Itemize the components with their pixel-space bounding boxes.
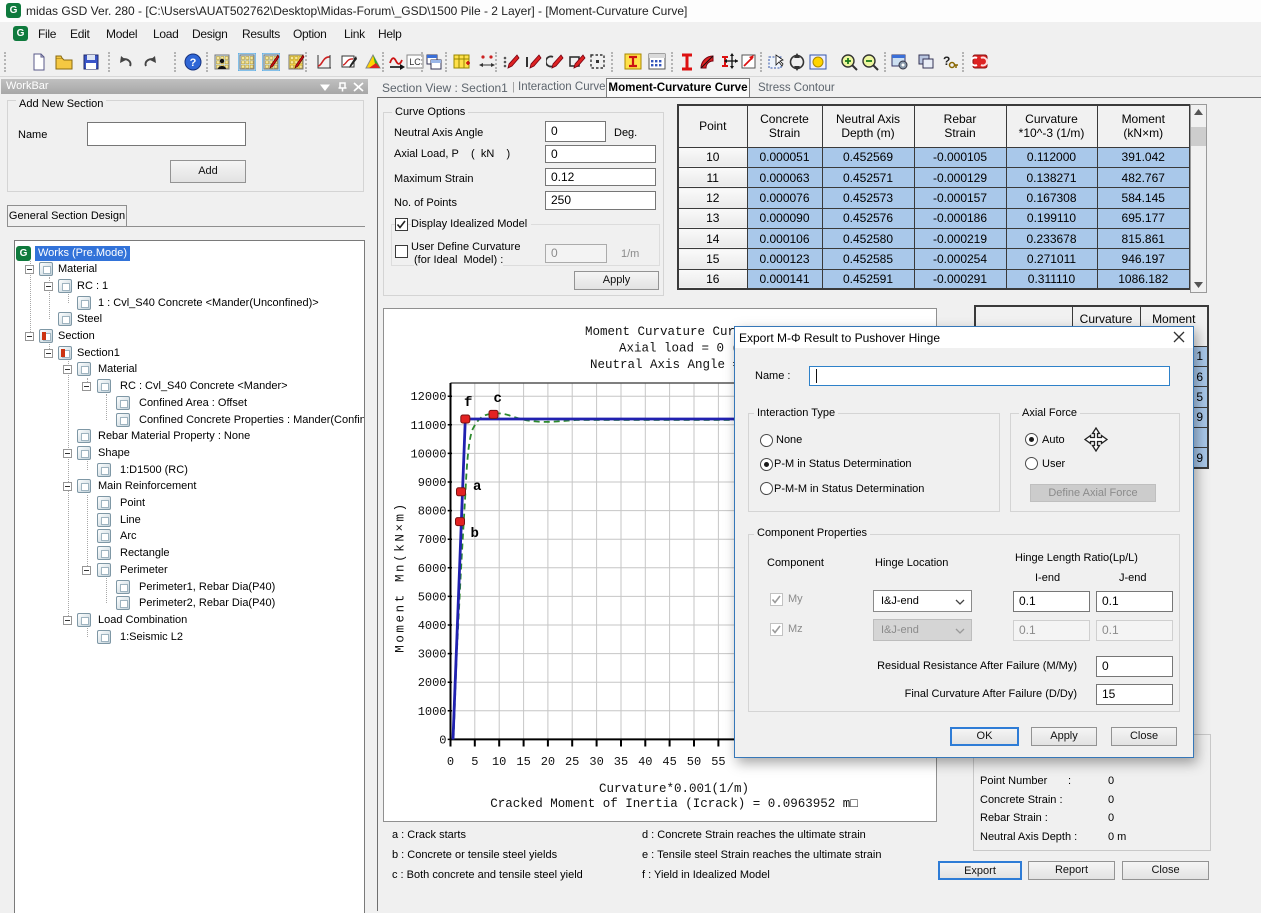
svg-text:55: 55 xyxy=(711,755,725,769)
svg-text:Moment Mn(kN×m): Moment Mn(kN×m) xyxy=(394,501,408,653)
svg-text:Neutral Axis Angle = 0: Neutral Axis Angle = 0 xyxy=(590,358,755,372)
svg-text:LC: LC xyxy=(409,57,421,67)
svg-text:Curvature*0.001(1/m): Curvature*0.001(1/m) xyxy=(599,782,749,796)
svg-text:10000: 10000 xyxy=(410,447,446,461)
svg-text:3000: 3000 xyxy=(418,648,447,662)
svg-text:45: 45 xyxy=(662,755,676,769)
svg-text:4000: 4000 xyxy=(418,619,447,633)
svg-text:30: 30 xyxy=(589,755,603,769)
svg-text:5000: 5000 xyxy=(418,590,447,604)
svg-text:8000: 8000 xyxy=(418,505,447,519)
svg-text:c: c xyxy=(494,391,502,407)
svg-text:6000: 6000 xyxy=(418,562,447,576)
svg-text:10: 10 xyxy=(492,755,506,769)
svg-text:50: 50 xyxy=(687,755,701,769)
svg-text:?: ? xyxy=(190,57,197,69)
svg-text:5: 5 xyxy=(471,755,478,769)
svg-text:25: 25 xyxy=(565,755,579,769)
svg-text:Cracked Moment of Inertia (Icr: Cracked Moment of Inertia (Icrack) = 0.0… xyxy=(490,797,858,811)
svg-text:15: 15 xyxy=(516,755,530,769)
svg-text:35: 35 xyxy=(614,755,628,769)
svg-text:a: a xyxy=(473,479,482,495)
svg-text:2000: 2000 xyxy=(418,676,447,690)
svg-text:Moment Curvature Curve: Moment Curvature Curve xyxy=(585,325,750,339)
svg-text:9000: 9000 xyxy=(418,476,447,490)
svg-text:12000: 12000 xyxy=(410,390,446,404)
svg-text:20: 20 xyxy=(541,755,555,769)
svg-text:b: b xyxy=(471,526,479,542)
svg-text:7000: 7000 xyxy=(418,533,447,547)
svg-text:11000: 11000 xyxy=(410,419,446,433)
svg-text:40: 40 xyxy=(638,755,652,769)
svg-text:0: 0 xyxy=(439,733,446,747)
svg-text:0: 0 xyxy=(447,755,454,769)
svg-text:1000: 1000 xyxy=(418,705,447,719)
svg-text:f: f xyxy=(464,395,472,411)
